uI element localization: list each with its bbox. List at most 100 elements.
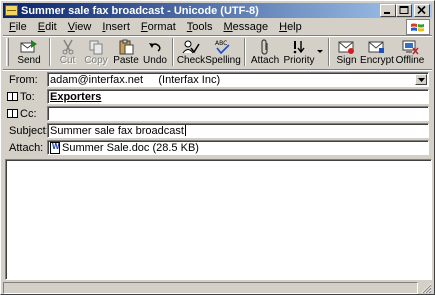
attachment-item[interactable]: Summer Sale.doc (28.5 KB)	[62, 142, 199, 154]
menu-file-label: ile	[15, 21, 27, 33]
priority-icon	[290, 38, 308, 55]
menu-tools[interactable]: Tools	[181, 21, 218, 33]
offline-label: Offline	[395, 55, 425, 66]
attach-button[interactable]: Attach	[249, 37, 281, 67]
toolbar-grip[interactable]	[6, 38, 9, 66]
encrypt-button[interactable]: Encrypt	[360, 37, 394, 67]
minimize-button[interactable]	[380, 4, 396, 17]
undo-button[interactable]: Undo	[141, 37, 169, 67]
attach-label: Attach	[250, 55, 280, 66]
menu-view[interactable]: View	[62, 21, 97, 33]
to-label-button[interactable]: To:	[5, 91, 45, 103]
menu-format-accel: F	[140, 21, 148, 33]
cc-label-button[interactable]: Cc:	[5, 108, 45, 120]
subject-row: Subject: Summer sale fax broadcast	[5, 123, 429, 138]
menu-format[interactable]: Format	[135, 21, 181, 33]
undo-label: Undo	[143, 55, 167, 66]
priority-button[interactable]: Priority	[281, 37, 317, 67]
cc-field[interactable]	[47, 106, 429, 121]
from-label: From:	[9, 73, 38, 86]
menu-message-accel: M	[223, 21, 233, 33]
paste-button[interactable]: Paste	[111, 37, 141, 67]
chevron-down-icon	[317, 50, 323, 53]
menu-file-accel: F	[9, 21, 16, 33]
cc-row: Cc:	[5, 106, 429, 121]
sign-icon	[338, 38, 356, 55]
resize-grip-icon[interactable]	[420, 282, 432, 294]
send-icon	[20, 38, 38, 55]
paste-label: Paste	[113, 55, 139, 66]
toolbar-separator-bottom	[3, 69, 432, 71]
to-recipient[interactable]: Exporters	[50, 91, 101, 103]
menu-message-label: essage	[232, 21, 269, 33]
menu-view-label: iew	[74, 21, 92, 33]
from-row: From: adam@interfax.net (Interfax Inc)	[5, 72, 429, 87]
encrypt-icon	[368, 38, 386, 55]
clipboard-icon	[117, 38, 135, 55]
check-names-icon	[182, 38, 200, 55]
toolbar-separator	[328, 38, 330, 66]
address-book-icon	[7, 92, 18, 101]
spelling-icon: ABC	[214, 38, 232, 55]
envelope-icon	[5, 5, 18, 16]
paperclip-icon	[256, 38, 274, 55]
attach-field[interactable]: Summer Sale.doc (28.5 KB)	[47, 140, 429, 155]
undo-icon	[146, 38, 164, 55]
send-label: Send	[17, 55, 41, 66]
svg-text:ABC: ABC	[215, 40, 227, 47]
from-dropdown-button[interactable]	[415, 74, 427, 85]
spelling-label: Spelling	[205, 55, 241, 66]
attach-field-label: Attach:	[9, 141, 44, 154]
windows-logo-icon	[406, 19, 430, 35]
sign-button[interactable]: Sign	[333, 37, 360, 67]
offline-icon	[401, 38, 419, 55]
menu-format-label: ormat	[147, 21, 176, 33]
check-label: Check	[176, 55, 206, 66]
copy-button[interactable]: Copy	[81, 37, 111, 67]
menu-message[interactable]: Message	[217, 21, 273, 33]
menu-file[interactable]: File	[3, 21, 32, 33]
encrypt-label: Encrypt	[360, 55, 394, 66]
spelling-button[interactable]: ABC Spelling	[205, 37, 241, 67]
attach-row: Attach: Summer Sale.doc (28.5 KB)	[5, 140, 429, 155]
cc-label: Cc:	[20, 107, 37, 120]
sign-label: Sign	[336, 55, 357, 66]
menu-edit-accel: E	[37, 21, 46, 33]
cut-label: Cut	[59, 55, 76, 66]
title-bar[interactable]: Summer sale fax broadcast - Unicode (UTF…	[3, 3, 432, 18]
menu-help[interactable]: Help	[273, 21, 307, 33]
menu-help-label: elp	[287, 21, 302, 33]
send-button[interactable]: Send	[12, 37, 46, 67]
menu-edit-label: dit	[45, 21, 57, 33]
compose-window: Summer sale fax broadcast - Unicode (UTF…	[0, 0, 435, 295]
minimize-icon	[384, 12, 390, 14]
toolbar-separator	[172, 38, 174, 66]
subject-label: Subject:	[9, 124, 49, 137]
toolbar: Send Cut Copy Paste Undo Check ABC Spell…	[3, 37, 432, 69]
toolbar-separator	[49, 38, 51, 66]
toolbar-separator	[244, 38, 246, 66]
word-document-icon	[50, 141, 60, 154]
menu-bar: File Edit View Insert Format Tools Messa…	[3, 19, 432, 35]
to-field[interactable]: Exporters	[47, 89, 429, 104]
status-bar	[3, 282, 432, 294]
subject-field[interactable]: Summer sale fax broadcast	[47, 123, 429, 138]
offline-button[interactable]: Offline	[394, 37, 426, 67]
maximize-icon	[399, 6, 409, 14]
from-select[interactable]: adam@interfax.net (Interfax Inc)	[47, 72, 429, 87]
subject-value: Summer sale fax broadcast	[50, 124, 184, 137]
menu-insert[interactable]: Insert	[96, 21, 135, 33]
chevron-down-icon	[417, 77, 425, 82]
from-value: adam@interfax.net (Interfax Inc)	[50, 73, 221, 86]
copy-label: Copy	[84, 55, 108, 66]
check-names-button[interactable]: Check	[177, 37, 205, 67]
window-title: Summer sale fax broadcast - Unicode (UTF…	[21, 4, 259, 17]
cut-button[interactable]: Cut	[54, 37, 81, 67]
maximize-button[interactable]	[396, 4, 412, 17]
close-button[interactable]	[414, 4, 430, 17]
priority-dropdown[interactable]	[317, 37, 325, 67]
to-label: To:	[20, 90, 35, 103]
to-row: To: Exporters	[5, 89, 429, 104]
menu-edit[interactable]: Edit	[32, 21, 62, 33]
message-body[interactable]	[5, 159, 432, 280]
